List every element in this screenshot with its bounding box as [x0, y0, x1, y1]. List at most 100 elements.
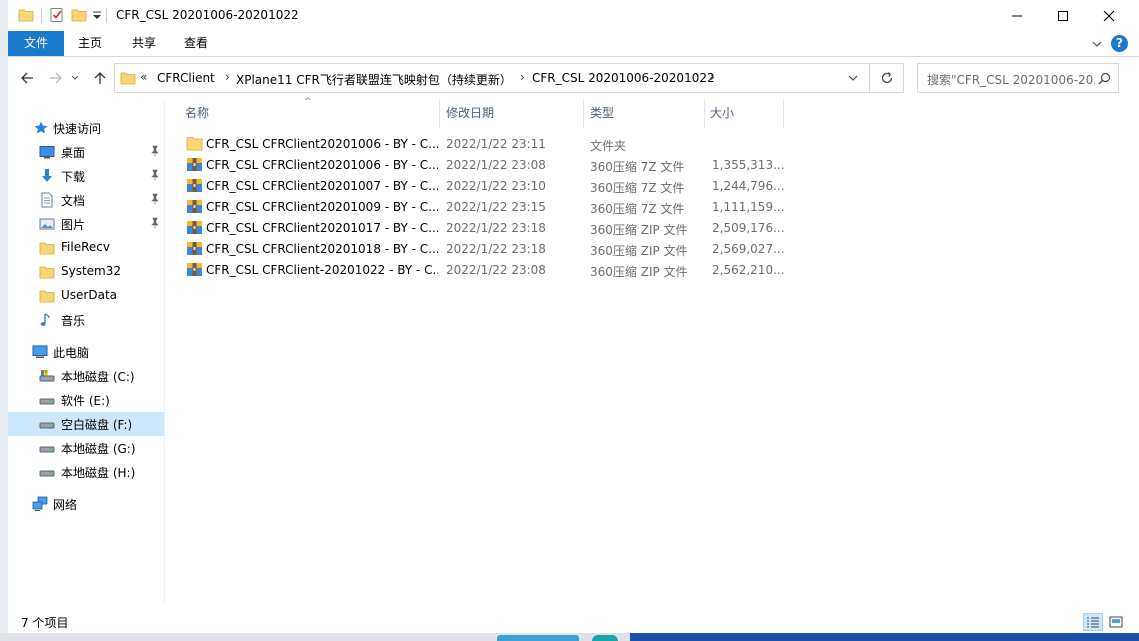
column-separator[interactable] [704, 100, 705, 128]
address-overflow[interactable]: « [140, 70, 147, 84]
refresh-icon [881, 72, 892, 84]
properties-icon[interactable] [49, 7, 65, 23]
close-icon [1103, 10, 1115, 21]
file-row[interactable]: CFR_CSL CFRClient20201017 - BY - C... 20… [180, 218, 786, 239]
tab-view[interactable]: 查看 [174, 31, 218, 56]
breadcrumb-separator[interactable]: › [710, 70, 715, 84]
minimize-button[interactable] [994, 0, 1040, 31]
column-separator[interactable] [583, 100, 584, 128]
column-header-name[interactable]: 名称 [185, 104, 440, 128]
breadcrumb-separator[interactable]: › [225, 70, 230, 84]
archive-icon [187, 179, 202, 192]
tab-file[interactable]: 文件 [8, 31, 64, 56]
nav-label: UserData [61, 288, 118, 302]
new-folder-icon[interactable] [71, 7, 87, 23]
expand-ribbon-icon[interactable] [1091, 39, 1103, 49]
nav-label: 下载 [61, 170, 86, 184]
file-type: 360压缩 7Z 文件 [590, 181, 685, 195]
nav-item-system32[interactable]: System32 [8, 260, 164, 284]
folder-icon [39, 242, 55, 255]
file-row[interactable]: CFR_CSL CFRClient20201007 - BY - C... 20… [180, 176, 786, 197]
column-header-size[interactable]: 大小 [710, 104, 782, 128]
nav-item-userdata[interactable]: UserData [8, 284, 164, 308]
nav-drive-f[interactable]: 空白磁盘 (F:) [8, 412, 164, 436]
file-row[interactable]: CFR_CSL CFRClient20201006 - BY - C... 20… [180, 134, 786, 155]
download-icon [42, 169, 52, 182]
recent-locations-button[interactable] [70, 69, 80, 87]
archive-icon [187, 158, 202, 171]
nav-item-music[interactable]: 音乐 [8, 308, 164, 332]
file-date: 2022/1/22 23:08 [446, 263, 546, 277]
drive-icon [39, 422, 55, 429]
refresh-button[interactable] [870, 63, 904, 93]
breadcrumb-cfrclient[interactable]: CFRClient [157, 71, 215, 85]
nav-item-desktop[interactable]: 桌面 [8, 140, 164, 164]
nav-item-pictures[interactable]: 图片 [8, 212, 164, 236]
pin-icon[interactable] [149, 217, 161, 229]
breadcrumb-xplane11[interactable]: XPlane11 CFR飞行者联盟连飞映射包（持续更新） [236, 71, 512, 88]
nav-label: 本地磁盘 (H:) [61, 466, 136, 480]
nav-label: 快速访问 [53, 122, 102, 136]
network-icon [32, 496, 48, 511]
back-button[interactable] [18, 69, 36, 87]
file-date: 2022/1/22 23:08 [446, 158, 546, 172]
file-name: CFR_CSL CFRClient20201006 - BY - C... [206, 137, 438, 151]
title-bar: CFR_CSL 20201006-20201022 [8, 0, 1139, 31]
column-header-date[interactable]: 修改日期 [446, 104, 584, 128]
nav-label: 音乐 [61, 314, 86, 328]
search-icon[interactable] [1098, 72, 1111, 85]
close-button[interactable] [1086, 0, 1132, 31]
column-separator[interactable] [439, 100, 440, 128]
up-button[interactable] [91, 69, 109, 87]
details-view-button[interactable] [1083, 613, 1103, 631]
tab-share[interactable]: 共享 [122, 31, 166, 56]
file-size: 2,569,027... [712, 242, 785, 256]
search-box[interactable]: 搜索"CFR_CSL 20201006-20... [917, 63, 1119, 93]
forward-button[interactable] [47, 69, 65, 87]
separator [41, 8, 42, 23]
column-header-type[interactable]: 类型 [590, 104, 703, 128]
breadcrumb-current-folder[interactable]: CFR_CSL 20201006-20201022 [532, 71, 715, 85]
desktop-background [0, 0, 8, 641]
ribbon-divider [8, 56, 1139, 57]
minimize-icon [1012, 15, 1022, 16]
nav-quick-access[interactable]: 快速访问 [8, 116, 164, 140]
nav-drive-c[interactable]: 本地磁盘 (C:) [8, 364, 164, 388]
pin-icon[interactable] [149, 193, 161, 205]
folder-icon [120, 72, 136, 85]
large-icons-view-button[interactable] [1106, 613, 1126, 631]
tab-home[interactable]: 主页 [68, 31, 112, 56]
archive-icon [187, 221, 202, 234]
help-icon[interactable]: ? [1111, 35, 1128, 52]
nav-item-filerecv[interactable]: FileRecv [8, 236, 164, 260]
file-row[interactable]: CFR_CSL CFRClient-20201022 - BY - C... 2… [180, 260, 786, 281]
file-row[interactable]: CFR_CSL CFRClient20201009 - BY - C... 20… [180, 197, 786, 218]
file-row[interactable]: CFR_CSL CFRClient20201018 - BY - C... 20… [180, 239, 786, 260]
arrow-right-icon [50, 72, 62, 84]
navigation-pane: 快速访问 桌面 下载 文档 图片 FileRecv System32 UserD… [8, 100, 164, 605]
pin-icon[interactable] [149, 169, 161, 181]
taskbar-accent [630, 633, 1139, 641]
taskbar-app-button[interactable] [497, 635, 579, 641]
nav-drive-h[interactable]: 本地磁盘 (H:) [8, 460, 164, 484]
nav-drive-e[interactable]: 软件 (E:) [8, 388, 164, 412]
file-name: CFR_CSL CFRClient-20201022 - BY - C... [206, 263, 438, 277]
nav-this-pc[interactable]: 此电脑 [8, 340, 164, 364]
nav-item-documents[interactable]: 文档 [8, 188, 164, 212]
file-row[interactable]: CFR_CSL CFRClient20201006 - BY - C... 20… [180, 155, 786, 176]
folder-icon [18, 9, 34, 22]
taskbar-app-button[interactable] [592, 635, 618, 641]
address-history-chevron-icon[interactable] [848, 74, 858, 82]
nav-drive-g[interactable]: 本地磁盘 (G:) [8, 436, 164, 460]
chevron-down-icon [71, 75, 79, 80]
file-size: 2,509,176... [712, 221, 785, 235]
maximize-button[interactable] [1040, 0, 1086, 31]
file-explorer-window: CFR_CSL 20201006-20201022 文件 主页 共享 查看 ? [8, 0, 1139, 633]
customize-quick-access-icon[interactable] [91, 7, 103, 23]
pin-icon[interactable] [149, 145, 161, 157]
nav-item-downloads[interactable]: 下载 [8, 164, 164, 188]
breadcrumb-separator[interactable]: › [520, 70, 525, 84]
address-bar[interactable]: « CFRClient › XPlane11 CFR飞行者联盟连飞映射包（持续更… [114, 63, 870, 93]
nav-network[interactable]: 网络 [8, 492, 164, 516]
column-separator[interactable] [783, 100, 784, 128]
